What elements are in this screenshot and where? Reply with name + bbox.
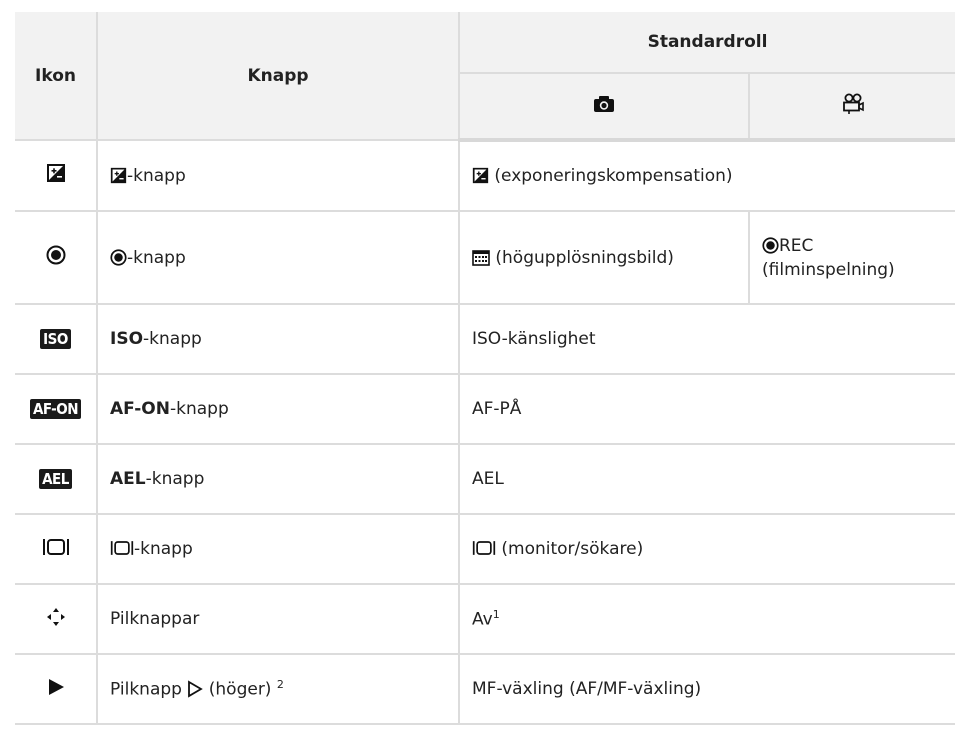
exposure-compensation-icon xyxy=(46,164,65,182)
button-label: -knapp xyxy=(169,399,229,419)
role-label: ISO-känslighet xyxy=(472,329,596,349)
icon-cell xyxy=(15,140,98,212)
af-on-badge-icon: AF-ON xyxy=(29,399,82,419)
header-movie xyxy=(749,72,956,142)
icon-cell: AEL xyxy=(15,444,98,515)
record-icon xyxy=(762,236,779,254)
footnote-marker: 2 xyxy=(276,678,284,692)
button-cell: ISO-knapp xyxy=(97,304,460,375)
button-label: -knapp xyxy=(145,469,205,489)
table-row: -knapp (högupplösningsbild) REC (filmins… xyxy=(15,211,956,305)
button-label-bold: ISO xyxy=(110,329,144,349)
monitor-viewfinder-icon xyxy=(110,541,134,555)
footnote-marker: 1 xyxy=(492,608,500,622)
iso-badge-icon: ISO xyxy=(40,329,71,349)
movie-camera-icon xyxy=(842,93,864,114)
button-label: -knapp xyxy=(143,329,202,349)
button-label: -knapp xyxy=(134,539,193,559)
record-icon xyxy=(110,248,127,266)
role-photo-label: (högupplösningsbild) xyxy=(490,247,674,268)
button-label-bold: AF-ON xyxy=(110,399,170,419)
table-row: -knapp (exponeringskompensation) xyxy=(15,140,956,212)
right-arrow-outline-icon xyxy=(188,680,204,698)
role-cell: ISO-känslighet xyxy=(459,304,956,375)
button-label: Pilknapp xyxy=(110,679,188,700)
exposure-compensation-icon xyxy=(472,167,489,184)
button-cell: AF-ON-knapp xyxy=(97,374,460,445)
role-photo-cell: (högupplösningsbild) xyxy=(459,211,750,305)
role-movie-label: REC xyxy=(779,235,814,256)
role-movie-sublabel: (filminspelning) xyxy=(762,259,895,280)
role-label: AF-PÅ xyxy=(472,399,522,419)
role-cell: MF-växling (AF/MF-växling) xyxy=(459,654,956,725)
play-icon xyxy=(48,678,64,695)
table-row: -knapp (monitor/sökare) xyxy=(15,514,956,585)
icon-cell: AF-ON xyxy=(15,374,98,445)
table-row: ISO ISO-knapp ISO-känslighet xyxy=(15,304,956,375)
header-standardroll: Standardroll xyxy=(459,12,956,74)
button-cell: Pilknappar xyxy=(97,584,460,655)
arrow-pad-icon xyxy=(46,607,65,626)
monitor-viewfinder-icon xyxy=(42,538,69,555)
icon-cell xyxy=(15,584,98,655)
button-label: Pilknappar xyxy=(110,609,200,629)
ael-badge-icon: AEL xyxy=(39,469,72,489)
table-row: AEL AEL-knapp AEL xyxy=(15,444,956,515)
button-cell: -knapp xyxy=(97,211,460,305)
role-label: AEL xyxy=(472,469,504,489)
icon-cell xyxy=(15,654,98,725)
button-label: -knapp xyxy=(127,247,186,268)
header-ikon: Ikon xyxy=(15,12,98,141)
icon-cell xyxy=(15,514,98,585)
role-cell: (monitor/sökare) xyxy=(459,514,956,585)
header-row: Ikon Knapp Standardroll xyxy=(15,12,956,141)
button-label: -knapp xyxy=(127,165,186,186)
camera-icon xyxy=(594,95,614,112)
role-label: MF-växling (AF/MF-växling) xyxy=(472,679,702,699)
button-cell: -knapp xyxy=(97,140,460,212)
button-cell: -knapp xyxy=(97,514,460,585)
role-cell: (exponeringskompensation) xyxy=(459,140,956,212)
button-label-2: (höger) xyxy=(203,679,277,700)
button-cell: Pilknapp (höger) 2 xyxy=(97,654,460,725)
monitor-viewfinder-icon xyxy=(472,541,496,555)
role-movie-cell: REC (filminspelning) xyxy=(749,211,956,305)
exposure-compensation-icon xyxy=(110,167,127,183)
header-photo xyxy=(459,72,750,142)
high-res-shot-icon xyxy=(472,249,490,266)
button-cell: AEL-knapp xyxy=(97,444,460,515)
role-cell: Av1 xyxy=(459,584,956,655)
table-row: AF-ON AF-ON-knapp AF-PÅ xyxy=(15,374,956,445)
icon-cell xyxy=(15,211,98,305)
header-knapp: Knapp xyxy=(97,12,460,141)
page: Ikon Knapp Standardroll -knapp (exponeri… xyxy=(0,0,970,749)
button-function-table: Ikon Knapp Standardroll -knapp (exponeri… xyxy=(15,12,956,725)
role-label: Av xyxy=(472,609,493,630)
table-row: Pilknappar Av1 xyxy=(15,584,956,655)
record-icon xyxy=(46,245,65,265)
role-label: (exponeringskompensation) xyxy=(489,166,733,186)
role-cell: AEL xyxy=(459,444,956,515)
role-cell: AF-PÅ xyxy=(459,374,956,445)
button-label-bold: AEL xyxy=(110,469,146,489)
icon-cell: ISO xyxy=(15,304,98,375)
table-row: Pilknapp (höger) 2 MF-växling (AF/MF-väx… xyxy=(15,654,956,725)
role-label: (monitor/sökare) xyxy=(496,539,644,559)
